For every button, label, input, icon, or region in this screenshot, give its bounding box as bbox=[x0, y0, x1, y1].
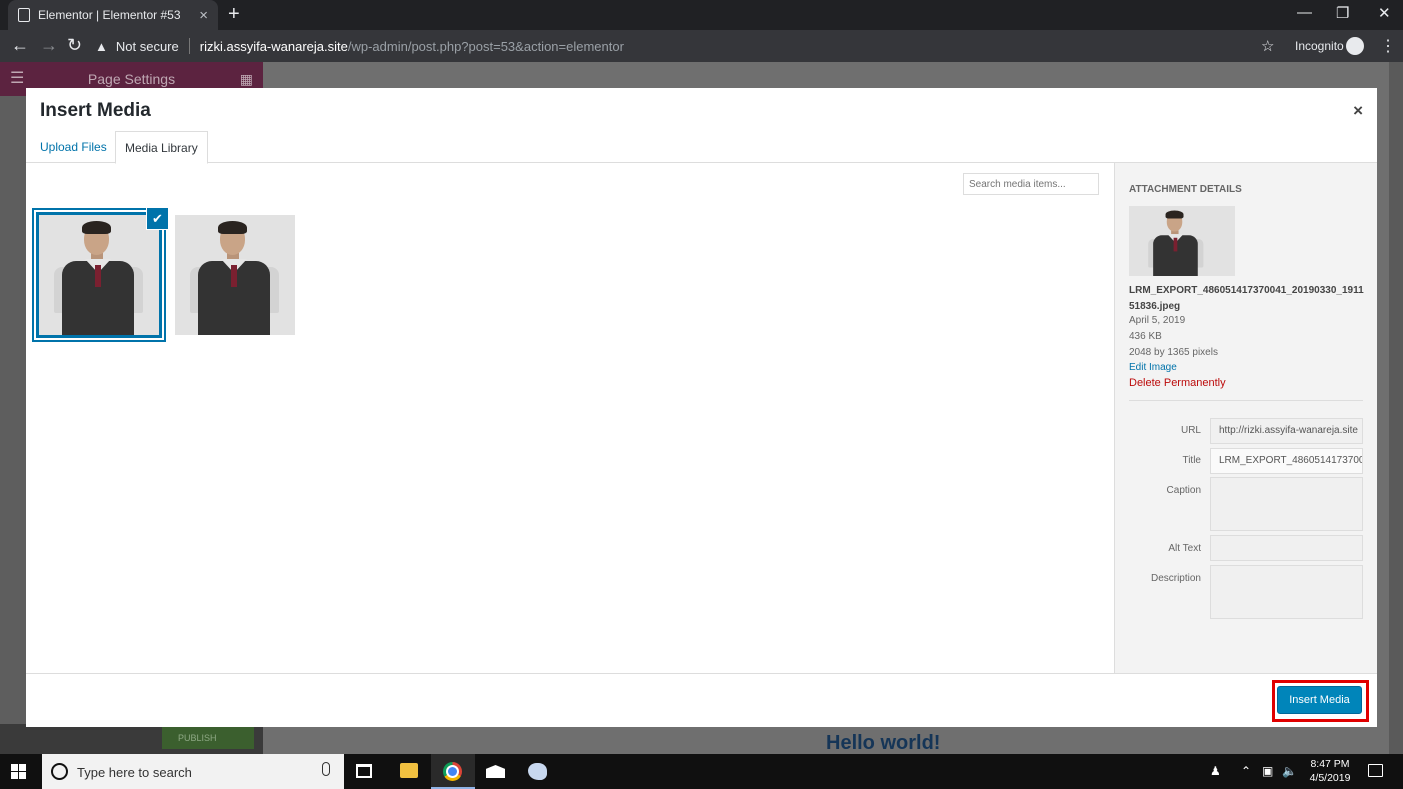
new-tab-icon[interactable]: + bbox=[228, 4, 240, 24]
delete-permanently-link[interactable]: Delete Permanently bbox=[1129, 377, 1226, 389]
insert-media-modal: Insert Media × Upload Files Media Librar… bbox=[26, 88, 1377, 727]
panel-title: Page Settings bbox=[87, 71, 176, 87]
attachment-filename: LRM_EXPORT_486051417370041_20190330_1911… bbox=[1129, 285, 1364, 312]
attachment-dimensions: 2048 by 1365 pixels bbox=[1129, 347, 1218, 358]
file-explorer-icon[interactable] bbox=[400, 763, 418, 778]
alt-text-field[interactable] bbox=[1210, 535, 1363, 561]
divider bbox=[1129, 400, 1363, 401]
url-label: URL bbox=[1180, 425, 1201, 436]
chrome-taskbar-button[interactable] bbox=[431, 754, 475, 789]
minimize-icon[interactable]: — bbox=[1297, 4, 1312, 21]
selected-check-icon[interactable]: ✔ bbox=[147, 208, 168, 229]
caption-label: Caption bbox=[1166, 485, 1201, 496]
attachment-size: 436 KB bbox=[1129, 331, 1162, 342]
description-textarea[interactable] bbox=[1210, 565, 1363, 619]
forward-icon[interactable]: → bbox=[40, 36, 58, 54]
hamburger-icon[interactable]: ☰ bbox=[10, 62, 24, 96]
taskbar-clock[interactable]: 8:47 PM 4/5/2019 bbox=[1300, 757, 1360, 785]
cortana-icon bbox=[51, 763, 68, 780]
bookmark-star-icon[interactable]: ☆ bbox=[1261, 37, 1274, 55]
browser-tab[interactable]: Elementor | Elementor #53 × bbox=[8, 0, 218, 30]
warning-icon: ▲ bbox=[95, 38, 108, 54]
page-scrollbar[interactable] bbox=[1389, 62, 1403, 754]
portrait-image bbox=[1139, 207, 1213, 276]
modal-footer bbox=[26, 673, 1377, 727]
url-host: rizki.assyifa-wanareja.site bbox=[199, 38, 348, 54]
security-label: Not secure bbox=[115, 38, 179, 54]
tab-title: Elementor | Elementor #53 bbox=[38, 8, 181, 22]
edit-image-link[interactable]: Edit Image bbox=[1129, 362, 1177, 373]
url-field[interactable]: http://rizki.assyifa-wanareja.site bbox=[1210, 418, 1363, 444]
media-item-1[interactable] bbox=[36, 212, 162, 338]
portrait-image bbox=[175, 215, 295, 335]
incognito-label: Incognito bbox=[1295, 39, 1344, 53]
publish-button[interactable]: PUBLISH bbox=[162, 727, 254, 749]
taskbar-search-placeholder: Type here to search bbox=[77, 765, 192, 780]
attachment-details-panel: ATTACHMENT DETAILS LRM_EXPORT_4860514173… bbox=[1114, 163, 1377, 673]
notifications-icon[interactable] bbox=[1368, 764, 1383, 777]
maximize-icon[interactable]: ❐ bbox=[1336, 4, 1349, 22]
media-item-2[interactable] bbox=[175, 215, 295, 335]
taskbar-search-box[interactable]: Type here to search bbox=[42, 754, 344, 789]
attachment-heading: ATTACHMENT DETAILS bbox=[1129, 184, 1242, 195]
tab-upload-files[interactable]: Upload Files bbox=[31, 131, 116, 163]
people-icon[interactable]: ♟ bbox=[1210, 764, 1221, 778]
reload-icon[interactable]: ↻ bbox=[67, 36, 82, 54]
attachment-thumbnail bbox=[1129, 206, 1235, 276]
page-icon bbox=[18, 8, 30, 22]
paint-icon[interactable] bbox=[528, 763, 547, 780]
description-label: Description bbox=[1150, 573, 1201, 584]
insert-media-button[interactable]: Insert Media bbox=[1277, 686, 1362, 714]
preview-heading: Hello world! bbox=[826, 732, 941, 754]
attachment-date: April 5, 2019 bbox=[1129, 315, 1186, 326]
close-window-icon[interactable]: ✕ bbox=[1378, 4, 1391, 22]
url-path: /wp-admin/post.php?post=53&action=elemen… bbox=[347, 38, 624, 54]
close-icon[interactable]: × bbox=[1353, 101, 1363, 121]
portrait-image bbox=[39, 215, 159, 335]
menu-kebab-icon[interactable]: ⋮ bbox=[1380, 36, 1396, 56]
address-bar: ← → ↻ ▲ Not secure rizki.assyifa-wanarej… bbox=[0, 30, 1403, 62]
windows-taskbar: Type here to search ♟ ⌃ ▣ 🔈 8:47 PM 4/5/… bbox=[0, 754, 1403, 789]
tab-media-library[interactable]: Media Library bbox=[115, 131, 208, 164]
caption-textarea[interactable] bbox=[1210, 477, 1363, 531]
modal-title: Insert Media bbox=[40, 100, 151, 121]
url-separator bbox=[188, 38, 190, 54]
network-icon[interactable]: ▣ bbox=[1262, 764, 1273, 778]
clock-date: 4/5/2019 bbox=[1309, 772, 1351, 784]
incognito-icon[interactable] bbox=[1346, 37, 1364, 55]
task-view-icon[interactable] bbox=[356, 764, 372, 778]
search-media-input[interactable] bbox=[963, 173, 1099, 195]
modal-tabs: Upload Files Media Library bbox=[26, 131, 1377, 164]
tab-close-icon[interactable]: × bbox=[199, 7, 208, 24]
back-icon[interactable]: ← bbox=[11, 36, 29, 54]
title-label: Title bbox=[1182, 455, 1201, 466]
title-field[interactable]: LRM_EXPORT_48605141737004 bbox=[1210, 448, 1363, 474]
chrome-icon bbox=[443, 762, 462, 781]
microphone-icon[interactable] bbox=[322, 762, 330, 776]
show-hidden-icons-icon[interactable]: ⌃ bbox=[1241, 764, 1251, 778]
volume-icon[interactable]: 🔈 bbox=[1282, 764, 1297, 778]
clock-time: 8:47 PM bbox=[1310, 758, 1350, 770]
mail-icon[interactable] bbox=[486, 765, 505, 778]
windows-start-icon[interactable] bbox=[11, 764, 26, 779]
alt-text-label: Alt Text bbox=[1168, 543, 1201, 554]
browser-tabbar: Elementor | Elementor #53 × + — ❐ ✕ bbox=[0, 0, 1403, 30]
url-field[interactable]: ▲ Not secure rizki.assyifa-wanareja.site… bbox=[95, 30, 624, 62]
